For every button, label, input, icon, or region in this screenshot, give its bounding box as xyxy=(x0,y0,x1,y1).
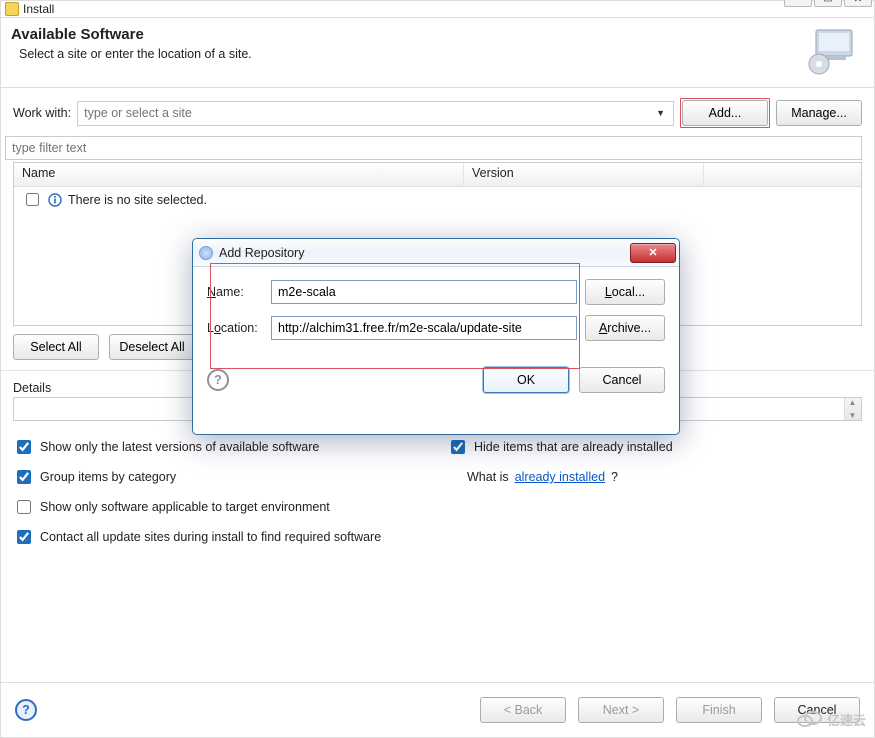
chevron-down-icon[interactable]: ▼ xyxy=(652,108,669,118)
options-panel: Show only the latest versions of availab… xyxy=(1,421,874,555)
eclipse-icon xyxy=(199,246,213,260)
opt-group[interactable]: Group items by category xyxy=(13,467,443,487)
dialog-close-button[interactable]: ✕ xyxy=(630,243,676,263)
empty-message: There is no site selected. xyxy=(68,193,207,207)
opt-hide-checkbox[interactable] xyxy=(451,440,465,454)
col-version[interactable]: Version xyxy=(464,163,704,186)
table-header: Name Version xyxy=(14,163,861,187)
already-installed-link[interactable]: already installed xyxy=(515,470,605,484)
deselect-all-button[interactable]: Deselect All xyxy=(109,334,195,360)
dialog-titlebar[interactable]: Add Repository ✕ xyxy=(193,239,679,267)
filter-input[interactable] xyxy=(5,136,862,160)
opt-group-label: Group items by category xyxy=(40,470,176,484)
already-installed-text: What is already installed ? xyxy=(447,467,862,487)
opt-contact-label: Contact all update sites during install … xyxy=(40,530,381,544)
whatis-pre: What is xyxy=(467,470,509,484)
window-title: Install xyxy=(23,2,54,16)
local-button[interactable]: Local... xyxy=(585,279,665,305)
minimize-button[interactable]: — xyxy=(784,0,812,7)
install-wizard-icon xyxy=(802,26,862,76)
app-icon xyxy=(5,2,19,16)
scroll-up-icon[interactable]: ▲ xyxy=(844,398,861,407)
location-label: Location: xyxy=(207,321,263,335)
opt-applicable-label: Show only software applicable to target … xyxy=(40,500,330,514)
dialog-help-icon[interactable]: ? xyxy=(207,369,229,391)
location-input[interactable] xyxy=(271,316,577,340)
dialog-title: Add Repository xyxy=(219,246,304,260)
close-button[interactable]: ✕ xyxy=(844,0,872,7)
dialog-footer: ? OK Cancel xyxy=(193,359,679,393)
site-combo[interactable]: ▼ xyxy=(77,101,674,126)
opt-applicable[interactable]: Show only software applicable to target … xyxy=(13,497,443,517)
name-label: Name: xyxy=(207,285,263,299)
whatis-post: ? xyxy=(611,470,618,484)
watermark: 亿速云 xyxy=(795,709,866,729)
page-subtitle: Select a site or enter the location of a… xyxy=(19,47,252,61)
info-icon xyxy=(48,193,62,207)
opt-group-checkbox[interactable] xyxy=(17,470,31,484)
watermark-text: 亿速云 xyxy=(827,710,866,729)
opt-hide-installed[interactable]: Hide items that are already installed xyxy=(447,437,862,457)
site-combo-input[interactable] xyxy=(82,105,652,121)
opt-contact-checkbox[interactable] xyxy=(17,530,31,544)
add-button[interactable]: Add... xyxy=(682,100,768,126)
add-highlight: Add... xyxy=(680,98,770,128)
dialog-body: Name: Local... Location: Archive... xyxy=(193,267,679,359)
help-icon[interactable]: ? xyxy=(15,699,37,721)
opt-latest[interactable]: Show only the latest versions of availab… xyxy=(13,437,443,457)
col-name[interactable]: Name xyxy=(14,163,464,186)
window-titlebar: Install — ▭ ✕ xyxy=(1,1,874,18)
page-title: Available Software xyxy=(11,26,252,43)
work-with-row: Work with: ▼ Add... Manage... xyxy=(1,88,874,132)
archive-button[interactable]: Archive... xyxy=(585,315,665,341)
next-button[interactable]: Next > xyxy=(578,697,664,723)
work-with-label: Work with: xyxy=(13,106,71,120)
col-empty xyxy=(704,163,861,186)
window-controls: — ▭ ✕ xyxy=(784,0,872,7)
back-button[interactable]: < Back xyxy=(480,697,566,723)
table-row: There is no site selected. xyxy=(14,187,861,212)
ok-button[interactable]: OK xyxy=(483,367,569,393)
row-checkbox[interactable] xyxy=(26,193,39,206)
opt-applicable-checkbox[interactable] xyxy=(17,500,31,514)
opt-latest-label: Show only the latest versions of availab… xyxy=(40,440,319,454)
wizard-header: Available Software Select a site or ente… xyxy=(1,18,874,88)
scroll-down-icon[interactable]: ▼ xyxy=(844,411,861,420)
select-all-button[interactable]: Select All xyxy=(13,334,99,360)
name-input[interactable] xyxy=(271,280,577,304)
add-repository-dialog: Add Repository ✕ Name: Local... Location… xyxy=(192,238,680,435)
wizard-footer: ? < Back Next > Finish Cancel xyxy=(1,682,874,737)
opt-contact[interactable]: Contact all update sites during install … xyxy=(13,527,443,547)
maximize-button[interactable]: ▭ xyxy=(814,0,842,7)
opt-latest-checkbox[interactable] xyxy=(17,440,31,454)
manage-button[interactable]: Manage... xyxy=(776,100,862,126)
dialog-cancel-button[interactable]: Cancel xyxy=(579,367,665,393)
opt-hide-label: Hide items that are already installed xyxy=(474,440,673,454)
finish-button[interactable]: Finish xyxy=(676,697,762,723)
